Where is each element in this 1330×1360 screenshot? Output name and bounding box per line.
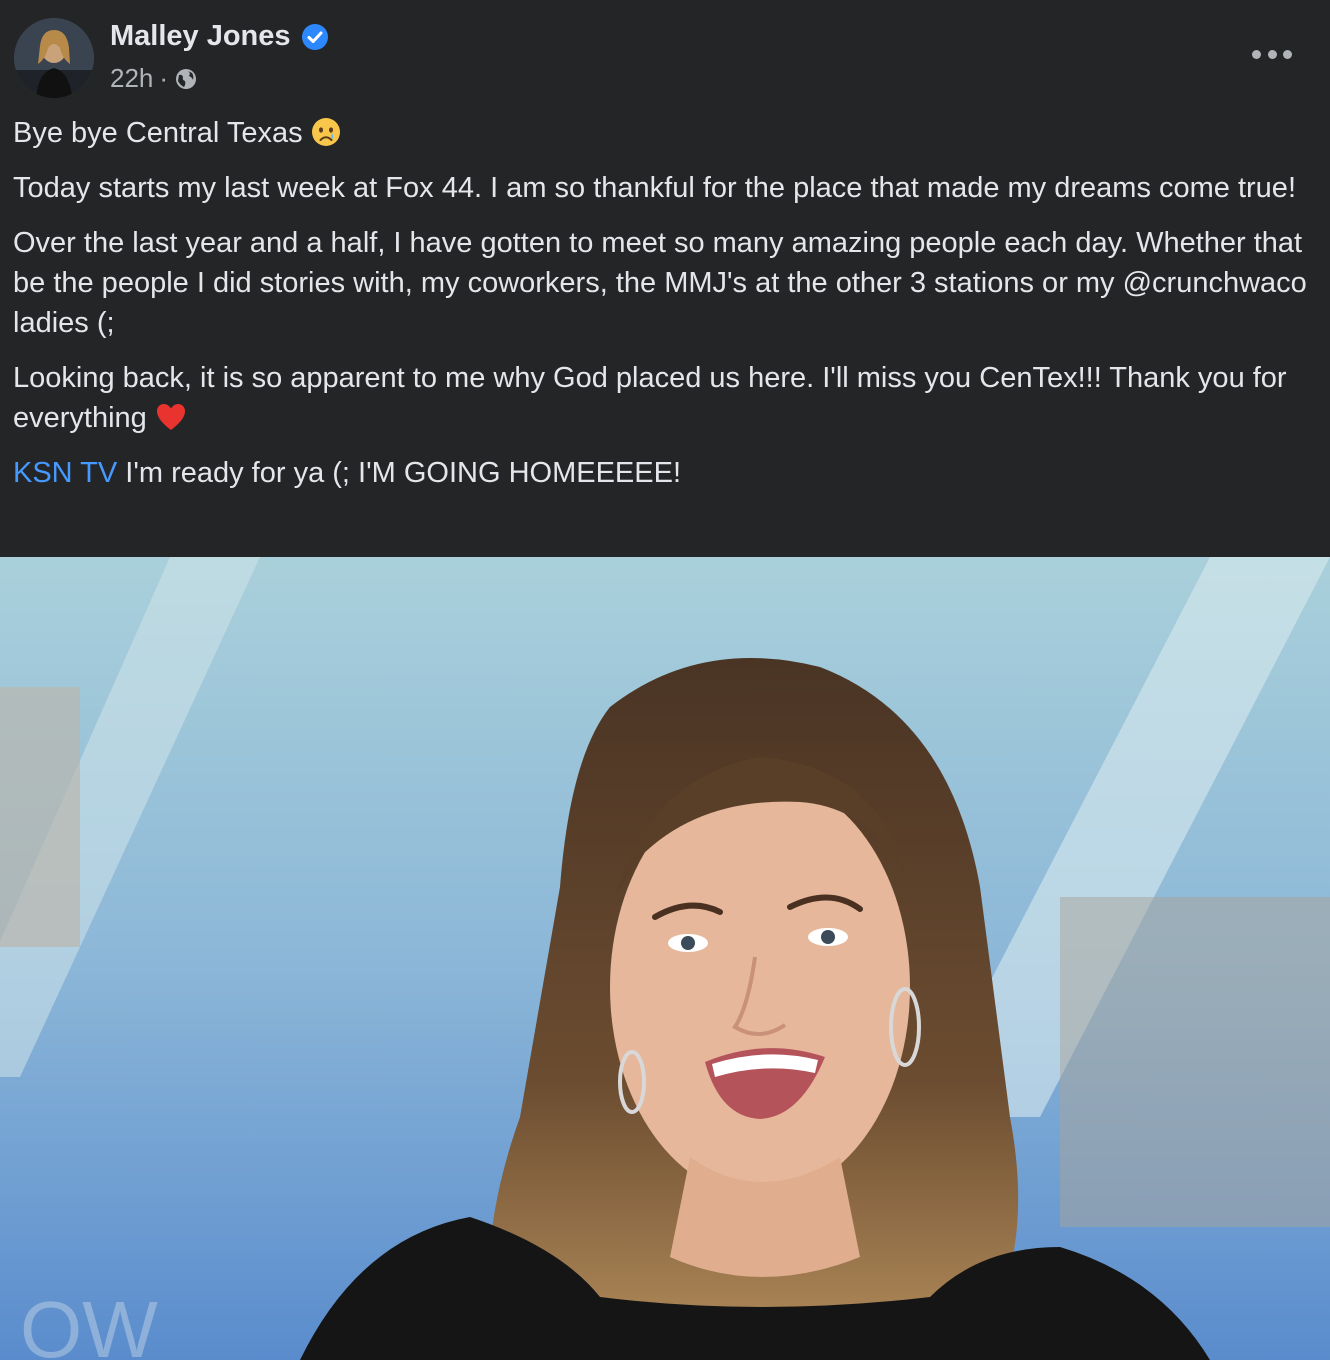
red-heart-icon [156,404,185,430]
post-paragraph: Looking back, it is so apparent to me wh… [13,358,1313,438]
post-paragraph: Bye bye Central Texas [13,113,1313,153]
verified-badge-icon [301,23,328,50]
post-para5-text: I'm ready for ya (; I'M GOING HOMEEEEE! [117,457,682,489]
author-name[interactable]: Malley Jones [110,20,291,53]
author-row: Malley Jones [110,20,329,53]
post-timestamp[interactable]: 22h [110,63,153,94]
news-anchor-photo-icon: OW [0,557,1330,1360]
crying-face-icon [311,118,340,146]
more-dot [1267,49,1277,59]
facebook-post: Malley Jones 22h · Bye bye Central Texas [0,0,1330,1360]
post-line1: Bye bye Central Texas [13,117,303,149]
more-options-button[interactable] [1252,40,1292,68]
avatar-photo-icon [14,18,94,98]
more-dot [1283,49,1292,59]
post-paragraph: KSN TV I'm ready for ya (; I'M GOING HOM… [13,453,1313,493]
more-dot [1252,49,1261,59]
globe-icon[interactable] [174,67,198,91]
post-header: Malley Jones 22h · [0,0,1330,110]
meta-separator: · [159,63,169,93]
post-photo[interactable]: OW [0,557,1330,1360]
post-para4-text: Looking back, it is so apparent to me wh… [13,362,1287,434]
author-avatar[interactable] [14,18,94,98]
post-meta: 22h · [110,63,198,94]
post-text: Bye bye Central Texas Today starts my la… [13,113,1313,508]
svg-text:OW: OW [20,1285,158,1360]
page-tag-link[interactable]: KSN TV [13,457,117,489]
post-paragraph: Over the last year and a half, I have go… [13,227,1307,339]
post-paragraph: Today starts my last week at Fox 44. I a… [13,172,1296,204]
